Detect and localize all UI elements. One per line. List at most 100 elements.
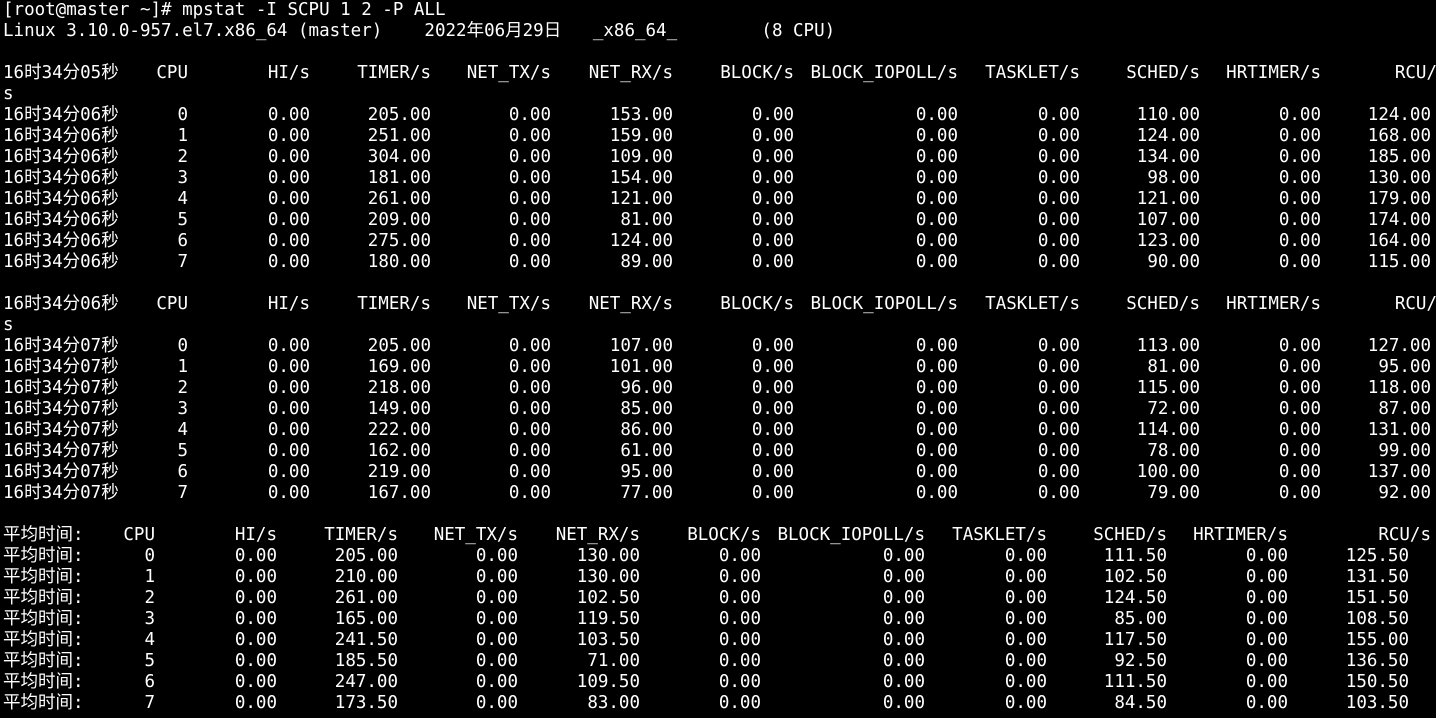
table-cell: 0.00 xyxy=(882,672,925,692)
table-cell: 0.00 xyxy=(751,357,794,377)
table-cell: 0.00 xyxy=(508,441,551,461)
table-cell: 0.00 xyxy=(1037,147,1080,167)
table-cell: 0.00 xyxy=(718,609,761,629)
table-cell: 99.00 xyxy=(1378,441,1431,461)
table-cell: 85.00 xyxy=(620,399,673,419)
table-cell: 179.00 xyxy=(1367,189,1431,209)
table-cell: 90.00 xyxy=(1147,252,1200,272)
row-time: 16时34分06秒 xyxy=(3,252,119,272)
table-cell: 101.00 xyxy=(609,357,673,377)
table-cell: 0.00 xyxy=(267,357,310,377)
row-time: 16时34分06秒 xyxy=(3,189,119,209)
table-cell: 123.00 xyxy=(1136,231,1200,251)
table-cell: 0.00 xyxy=(751,231,794,251)
row-time: 16时34分07秒 xyxy=(3,357,119,377)
table-cell: 115.00 xyxy=(1367,252,1431,272)
table-cell: 164.00 xyxy=(1367,231,1431,251)
column-header: HI/s xyxy=(267,294,310,314)
table-cell: 5 xyxy=(144,651,155,671)
table-cell: 107.00 xyxy=(609,336,673,356)
table-cell: 108.50 xyxy=(1345,609,1409,629)
row-time: 16时34分07秒 xyxy=(3,420,119,440)
table-cell: 0.00 xyxy=(234,609,277,629)
table-cell: 0.00 xyxy=(267,105,310,125)
table-cell: 71.00 xyxy=(587,651,640,671)
row-time: 16时34分06秒 xyxy=(3,231,119,251)
terminal-window[interactable]: [root@master ~]# mpstat -I SCPU 1 2 -P A… xyxy=(0,0,1436,718)
table-cell: 261.00 xyxy=(367,189,431,209)
column-header: HRTIMER/s xyxy=(1226,294,1321,314)
average-label: 平均时间: xyxy=(3,609,84,629)
table-cell: 137.00 xyxy=(1367,462,1431,482)
table-cell: 0.00 xyxy=(267,399,310,419)
table-cell: 0.00 xyxy=(718,567,761,587)
table-cell: 134.00 xyxy=(1136,147,1200,167)
table-cell: 7 xyxy=(177,252,188,272)
table-cell: 0.00 xyxy=(267,441,310,461)
table-cell: 0.00 xyxy=(267,252,310,272)
column-header: NET_TX/s xyxy=(466,63,551,83)
table-cell: 0.00 xyxy=(915,105,958,125)
table-cell: 0.00 xyxy=(718,588,761,608)
table-cell: 0.00 xyxy=(1278,378,1321,398)
table-cell: 0.00 xyxy=(751,252,794,272)
table-cell: 0.00 xyxy=(508,336,551,356)
table-cell: 103.50 xyxy=(576,630,640,650)
table-cell: 0.00 xyxy=(1245,546,1288,566)
column-header: BLOCK_IOPOLL/s xyxy=(810,63,958,83)
table-cell: 173.50 xyxy=(334,693,398,713)
table-cell: 118.00 xyxy=(1367,378,1431,398)
table-cell: 0.00 xyxy=(751,210,794,230)
row-time: 16时34分06秒 xyxy=(3,105,119,125)
table-cell: 0.00 xyxy=(267,483,310,503)
table-cell: 0.00 xyxy=(718,630,761,650)
table-cell: 0.00 xyxy=(915,462,958,482)
table-cell: 77.00 xyxy=(620,483,673,503)
header-wrap-fragment: s xyxy=(3,84,14,104)
table-cell: 0.00 xyxy=(267,462,310,482)
table-row: 16时34分07秒 4 0.00 222.00 0.00 86.00 0.00 0.00 0.0… xyxy=(0,420,1436,441)
table-row: 16时34分06秒 5 0.00 209.00 0.00 81.00 0.00 0.00 0.0… xyxy=(0,210,1436,231)
table-cell: 0.00 xyxy=(1004,672,1047,692)
table-cell: 0 xyxy=(177,336,188,356)
table-cell: 0.00 xyxy=(751,105,794,125)
table-cell: 0.00 xyxy=(1004,609,1047,629)
average-label: 平均时间: xyxy=(3,672,84,692)
table-cell: 304.00 xyxy=(367,147,431,167)
table-cell: 0.00 xyxy=(1037,252,1080,272)
table-cell: 0.00 xyxy=(508,231,551,251)
column-header: BLOCK_IOPOLL/s xyxy=(777,525,925,545)
table-cell: 0.00 xyxy=(718,672,761,692)
column-header: BLOCK/s xyxy=(720,294,794,314)
table-cell: 89.00 xyxy=(620,252,673,272)
table-cell: 6 xyxy=(144,672,155,692)
table-cell: 6 xyxy=(177,462,188,482)
table-cell: 169.00 xyxy=(367,357,431,377)
table-cell: 0.00 xyxy=(508,399,551,419)
table-cell: 168.00 xyxy=(1367,126,1431,146)
table-cell: 61.00 xyxy=(620,441,673,461)
column-header: TIMER/s xyxy=(357,294,431,314)
column-header: TIMER/s xyxy=(357,63,431,83)
column-header: RCU/ xyxy=(1394,294,1436,314)
table-cell: 95.00 xyxy=(1378,357,1431,377)
table-cell: 0.00 xyxy=(915,252,958,272)
table-cell: 5 xyxy=(177,210,188,230)
column-header: NET_TX/s xyxy=(433,525,518,545)
table-cell: 124.00 xyxy=(609,231,673,251)
table-cell: 0.00 xyxy=(915,189,958,209)
table-cell: 0.00 xyxy=(267,210,310,230)
table-cell: 2 xyxy=(177,147,188,167)
table-cell: 218.00 xyxy=(367,378,431,398)
table-cell: 0.00 xyxy=(915,378,958,398)
table-cell: 0.00 xyxy=(1037,189,1080,209)
table-cell: 110.00 xyxy=(1136,105,1200,125)
table-cell: 0.00 xyxy=(915,168,958,188)
column-header: RCU/s xyxy=(1378,525,1431,545)
table-cell: 115.00 xyxy=(1136,378,1200,398)
table-row: 16时34分07秒 0 0.00 205.00 0.00 107.00 0.00 0.00 0.… xyxy=(0,336,1436,357)
table-cell: 2 xyxy=(144,588,155,608)
table-cell: 0.00 xyxy=(882,588,925,608)
table-cell: 79.00 xyxy=(1147,483,1200,503)
table-cell: 0.00 xyxy=(718,546,761,566)
